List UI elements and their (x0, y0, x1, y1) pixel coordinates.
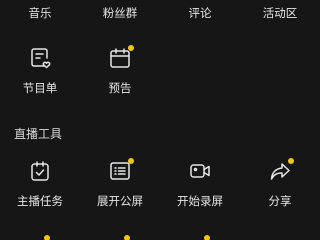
tab-activity-zone[interactable]: 活动区 (240, 0, 320, 26)
program-list-label: 节目单 (22, 81, 58, 95)
top-tabs-row: 音乐 粉丝群 评论 活动区 (0, 0, 320, 26)
host-task-label: 主播任务 (17, 194, 63, 208)
task-calendar-icon (31, 161, 49, 181)
public-screen-icon (110, 162, 130, 180)
tab-music-label: 音乐 (28, 6, 52, 20)
program-list-icon (31, 48, 51, 69)
tab-music[interactable]: 音乐 (0, 0, 80, 26)
start-recording-label: 开始录屏 (177, 194, 223, 208)
public-screen-badge (128, 158, 134, 164)
expand-public-screen-label: 展开公屏 (97, 194, 143, 208)
program-list-button[interactable]: 节目单 (0, 47, 80, 95)
calendar-preview-icon (110, 48, 130, 68)
share-button[interactable]: 分享 (240, 158, 320, 208)
live-tools-row: 主播任务 展开公屏 开始录屏 分享 (0, 158, 320, 208)
next-row-badge-1 (44, 235, 50, 240)
share-label: 分享 (268, 194, 292, 208)
start-recording-button[interactable]: 开始录屏 (160, 160, 240, 208)
share-arrow-icon (270, 163, 290, 180)
tab-fan-group-label: 粉丝群 (102, 6, 138, 20)
next-row-badge-2 (124, 235, 130, 240)
expand-public-screen-button[interactable]: 展开公屏 (80, 158, 160, 208)
share-badge (288, 158, 294, 164)
tab-comments[interactable]: 评论 (160, 0, 240, 26)
next-row-badge-3 (204, 235, 210, 240)
preview-label: 预告 (108, 81, 132, 95)
preview-button[interactable]: 预告 (80, 45, 160, 95)
video-record-icon (190, 164, 210, 178)
preview-badge (128, 45, 134, 51)
section-title: 直播工具 (14, 127, 63, 141)
tab-activity-zone-label: 活动区 (262, 6, 298, 20)
feature-row: 节目单 预告 (0, 45, 320, 95)
host-task-button[interactable]: 主播任务 (0, 160, 80, 208)
tab-comments-label: 评论 (188, 6, 212, 20)
tab-fan-group[interactable]: 粉丝群 (80, 0, 160, 26)
